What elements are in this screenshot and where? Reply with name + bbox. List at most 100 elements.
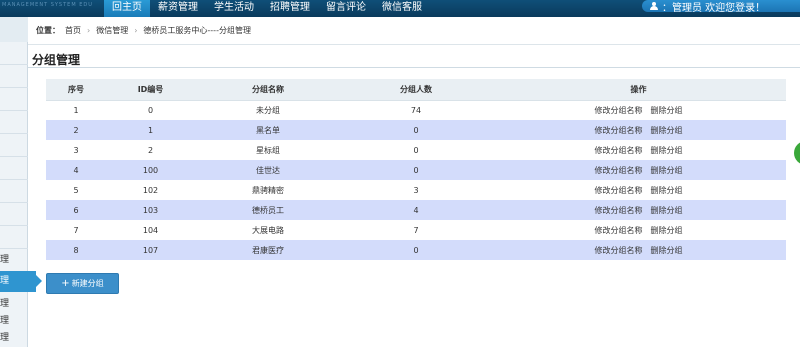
- rename-group-link[interactable]: 修改分组名称: [595, 246, 643, 255]
- cell-id: 102: [106, 180, 195, 200]
- left-sidebar: 理 理 理 理 理: [0, 17, 42, 347]
- cell-actions: 修改分组名称 删除分组: [491, 140, 786, 160]
- user-info[interactable]: ：管理员 欢迎您登录！: [642, 0, 800, 14]
- delete-group-link[interactable]: 删除分组: [651, 246, 683, 255]
- table-row: 6 103 德桥员工 4 修改分组名称 删除分组: [46, 200, 786, 220]
- nav-item-comments[interactable]: 留言评论: [318, 0, 374, 17]
- cell-count: 0: [341, 240, 491, 260]
- breadcrumb-wechat[interactable]: 微信管理: [96, 25, 128, 36]
- rename-group-link[interactable]: 修改分组名称: [595, 226, 643, 235]
- cell-name: 星标组: [195, 140, 341, 160]
- cell-id: 103: [106, 200, 195, 220]
- table-row: 5 102 鼎骋精密 3 修改分组名称 删除分组: [46, 180, 786, 200]
- chevron-right-icon: ›: [87, 26, 91, 35]
- cell-no: 3: [46, 140, 106, 160]
- cell-count: 3: [341, 180, 491, 200]
- cell-id: 107: [106, 240, 195, 260]
- table-row: 1 0 未分组 74 修改分组名称 删除分组: [46, 100, 786, 120]
- cell-name: 黑名单: [195, 120, 341, 140]
- cell-id: 0: [106, 100, 195, 120]
- cell-name: 德桥员工: [195, 200, 341, 220]
- delete-group-link[interactable]: 删除分组: [651, 146, 683, 155]
- cell-name: 未分组: [195, 100, 341, 120]
- nav-item-student-activities[interactable]: 学生活动: [206, 0, 262, 17]
- sidebar-item[interactable]: [0, 134, 28, 157]
- sidebar-item-active[interactable]: 理: [0, 271, 42, 292]
- sidebar-item[interactable]: 理: [0, 327, 28, 347]
- cell-no: 8: [46, 240, 106, 260]
- table-header-row: 序号 ID编号 分组名称 分组人数 操作: [46, 79, 786, 101]
- col-header-id: ID编号: [106, 79, 195, 101]
- cell-actions: 修改分组名称 删除分组: [491, 100, 786, 120]
- delete-group-link[interactable]: 删除分组: [651, 106, 683, 115]
- cell-no: 1: [46, 100, 106, 120]
- sidebar-item-label: 理: [0, 276, 10, 286]
- rename-group-link[interactable]: 修改分组名称: [595, 146, 643, 155]
- delete-group-link[interactable]: 删除分组: [651, 186, 683, 195]
- sidebar-item[interactable]: 理: [0, 249, 28, 272]
- delete-group-link[interactable]: 删除分组: [651, 206, 683, 215]
- delete-group-link[interactable]: 删除分组: [651, 226, 683, 235]
- top-navbar: MANAGEMENT SYSTEM EDU 回主页 薪资管理 学生活动 招聘管理…: [0, 0, 800, 17]
- sidebar-item-label: 理: [0, 333, 10, 343]
- table-row: 3 2 星标组 0 修改分组名称 删除分组: [46, 140, 786, 160]
- nav-item-wechat-service[interactable]: 微信客服: [374, 0, 430, 17]
- sidebar-item[interactable]: [0, 65, 28, 88]
- cell-actions: 修改分组名称 删除分组: [491, 220, 786, 240]
- cell-actions: 修改分组名称 删除分组: [491, 200, 786, 220]
- sidebar-item[interactable]: [0, 42, 28, 65]
- cell-no: 4: [46, 160, 106, 180]
- cell-actions: 修改分组名称 删除分组: [491, 120, 786, 140]
- sidebar-item[interactable]: [0, 226, 28, 249]
- col-header-no: 序号: [46, 79, 106, 101]
- breadcrumb-home[interactable]: 首页: [65, 25, 81, 36]
- new-group-button[interactable]: + 新建分组: [46, 273, 119, 294]
- col-header-count: 分组人数: [341, 79, 491, 101]
- cell-name: 佳世达: [195, 160, 341, 180]
- user-welcome-text: ：管理员 欢迎您登录！: [662, 2, 766, 14]
- sidebar-item[interactable]: [0, 180, 28, 203]
- cell-id: 1: [106, 120, 195, 140]
- cell-no: 7: [46, 220, 106, 240]
- group-table: 序号 ID编号 分组名称 分组人数 操作 1 0 未分组 74 修改分组名称 删除…: [46, 79, 786, 260]
- nav-item-recruitment[interactable]: 招聘管理: [262, 0, 318, 17]
- logo-text: MANAGEMENT SYSTEM EDU: [2, 2, 93, 8]
- rename-group-link[interactable]: 修改分组名称: [595, 166, 643, 175]
- table-row: 4 100 佳世达 0 修改分组名称 删除分组: [46, 160, 786, 180]
- cell-actions: 修改分组名称 删除分组: [491, 180, 786, 200]
- cell-name: 大展电路: [195, 220, 341, 240]
- cell-id: 100: [106, 160, 195, 180]
- cell-actions: 修改分组名称 删除分组: [491, 160, 786, 180]
- nav-item-salary[interactable]: 薪资管理: [150, 0, 206, 17]
- cell-no: 2: [46, 120, 106, 140]
- cell-count: 4: [341, 200, 491, 220]
- cell-no: 5: [46, 180, 106, 200]
- sidebar-item[interactable]: [0, 203, 28, 226]
- user-icon: [650, 2, 658, 10]
- new-group-label: 新建分组: [71, 279, 104, 288]
- rename-group-link[interactable]: 修改分组名称: [595, 186, 643, 195]
- rename-group-link[interactable]: 修改分组名称: [595, 106, 643, 115]
- cell-no: 6: [46, 200, 106, 220]
- cell-count: 74: [341, 100, 491, 120]
- rename-group-link[interactable]: 修改分组名称: [595, 126, 643, 135]
- sidebar-item[interactable]: [0, 111, 28, 134]
- nav-item-home[interactable]: 回主页: [104, 0, 150, 17]
- sidebar-item[interactable]: [0, 157, 28, 180]
- delete-group-link[interactable]: 删除分组: [651, 126, 683, 135]
- cell-actions: 修改分组名称 删除分组: [491, 240, 786, 260]
- cell-count: 0: [341, 140, 491, 160]
- divider: [28, 67, 800, 68]
- page-title: 分组管理: [32, 53, 81, 67]
- sidebar-item[interactable]: [0, 88, 28, 111]
- sidebar-item-label: 理: [0, 255, 10, 265]
- sidebar-header: [0, 17, 28, 42]
- table-row: 7 104 大展电路 7 修改分组名称 删除分组: [46, 220, 786, 240]
- floating-widget-button[interactable]: [794, 141, 800, 165]
- cell-count: 7: [341, 220, 491, 240]
- chevron-right-icon: ›: [134, 26, 138, 35]
- table-row: 2 1 黑名单 0 修改分组名称 删除分组: [46, 120, 786, 140]
- rename-group-link[interactable]: 修改分组名称: [595, 206, 643, 215]
- breadcrumb-current: 德桥员工服务中心----分组管理: [143, 26, 251, 35]
- delete-group-link[interactable]: 删除分组: [651, 166, 683, 175]
